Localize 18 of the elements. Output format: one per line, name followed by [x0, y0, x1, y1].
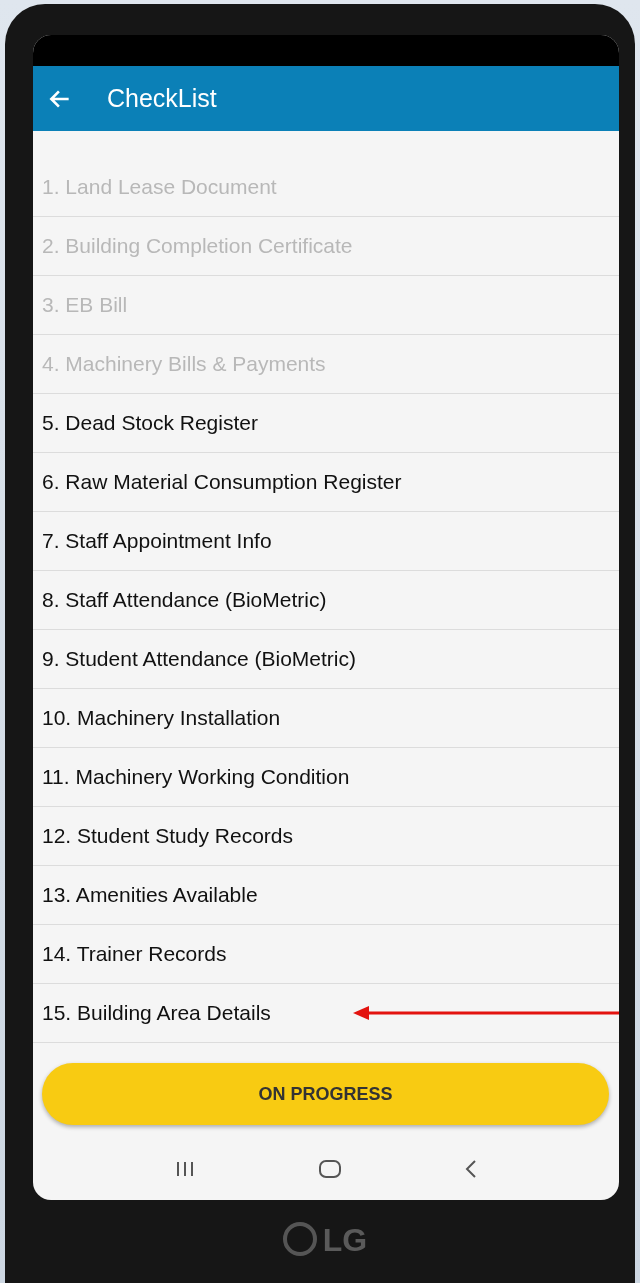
brand-name: LG [322, 1222, 368, 1259]
checklist-item[interactable]: 13. Amenities Available [33, 866, 619, 925]
checklist-item[interactable]: 11. Machinery Working Condition [33, 748, 619, 807]
checklist-item[interactable]: 8. Staff Attendance (BioMetric) [33, 571, 619, 630]
checklist-item[interactable]: 12. Student Study Records [33, 807, 619, 866]
checklist-item[interactable]: 5. Dead Stock Register [33, 394, 619, 453]
home-icon[interactable] [318, 1158, 342, 1179]
screen-title: CheckList [107, 84, 217, 113]
brand-logo-icon [282, 1222, 317, 1256]
checklist-item[interactable]: 10. Machinery Installation [33, 689, 619, 748]
checklist-item[interactable]: 14. Trainer Records [33, 925, 619, 984]
checklist-item[interactable]: 6. Raw Material Consumption Register [33, 453, 619, 512]
checklist-item[interactable]: 9. Student Attendance (BioMetric) [33, 630, 619, 689]
progress-button[interactable]: ON PROGRESS [42, 1063, 609, 1125]
recent-apps-icon[interactable] [174, 1159, 196, 1178]
checklist-item[interactable]: 7. Staff Appointment Info [33, 512, 619, 571]
back-icon[interactable] [464, 1158, 478, 1179]
checklist-item[interactable]: 15. Building Area Details [33, 984, 619, 1043]
